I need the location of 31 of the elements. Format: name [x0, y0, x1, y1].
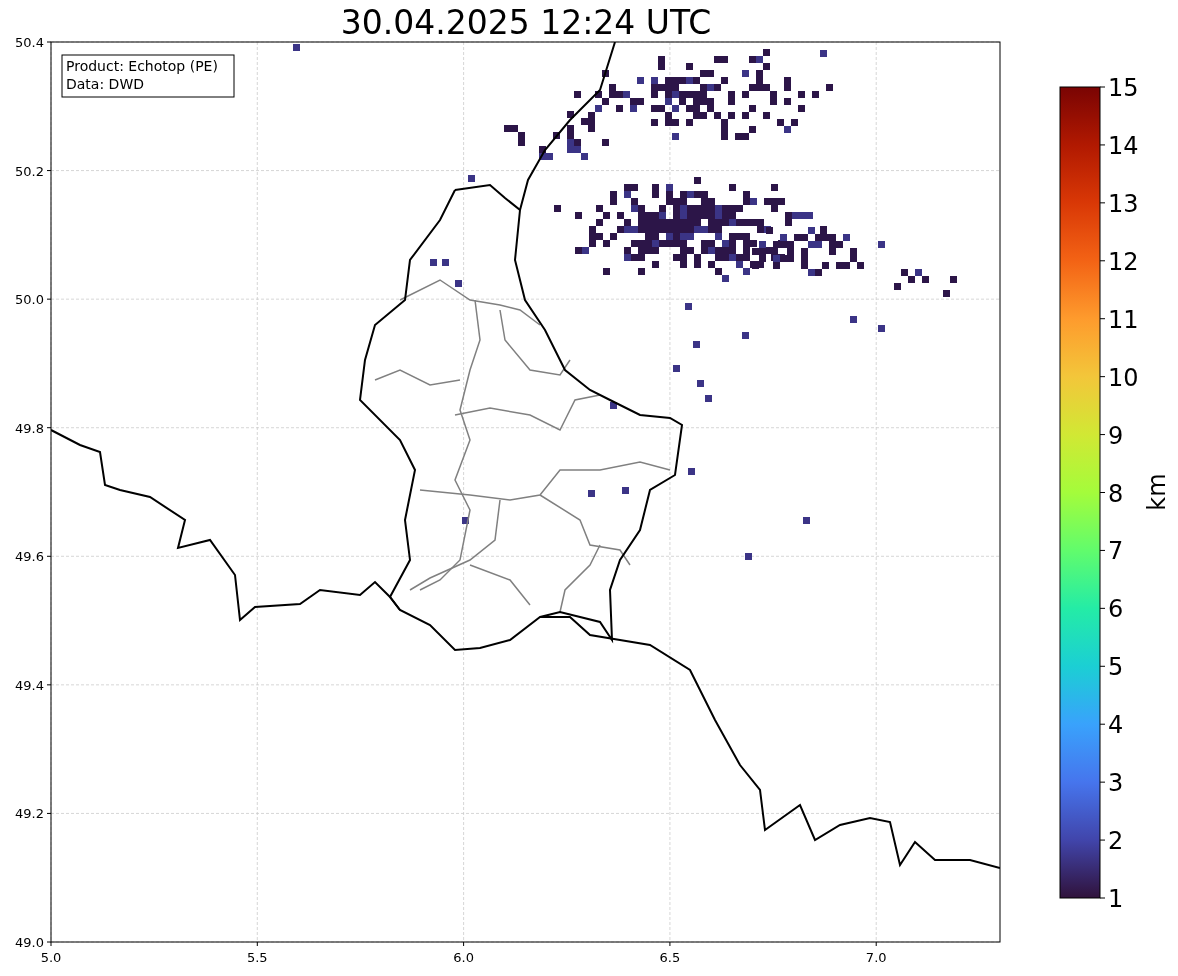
- colorbar-tick-label: 4: [1108, 711, 1124, 740]
- axis-tick-label: 49.0: [15, 935, 44, 950]
- colorbar-tick-label: 8: [1108, 479, 1124, 508]
- colorbar-tick-label: 12: [1108, 247, 1139, 276]
- colorbar-tick-label: 2: [1108, 827, 1124, 856]
- colorbar-tick-label: 1: [1108, 885, 1124, 913]
- colorbar-tick-label: 5: [1108, 653, 1124, 682]
- colorbar-tick-label: 6: [1108, 595, 1124, 624]
- colorbar-tick-label: 14: [1108, 131, 1139, 160]
- colorbar-tick-label: 11: [1108, 305, 1139, 334]
- colorbar-tick-label: 10: [1108, 363, 1139, 392]
- colorbar-label: km: [1143, 473, 1171, 511]
- colorbar-tick-label: 13: [1108, 189, 1139, 218]
- colorbar-tick-label: 3: [1108, 769, 1124, 798]
- axis-tick-label: 5.0: [40, 950, 62, 965]
- axis-tick-label: 49.6: [15, 549, 44, 565]
- axis-tick-label: 49.8: [15, 420, 44, 436]
- axis-tick-label: 7.0: [865, 950, 887, 965]
- axis-tick-label: 5.5: [246, 950, 268, 965]
- axis-tick-label: 50.4: [15, 35, 44, 50]
- axis-tick-label: 49.2: [15, 806, 44, 822]
- colorbar-tick-label: 15: [1108, 74, 1139, 102]
- legend-box: Product: Echotop (PE) Data: DWD: [61, 54, 235, 98]
- axis-tick-label: 50.0: [15, 292, 44, 308]
- axis-tick-label: 6.5: [659, 950, 681, 965]
- axis-tick-label: 49.4: [15, 677, 44, 693]
- axis-tick-label: 50.2: [15, 163, 44, 179]
- colorbar-tick-label: 7: [1108, 537, 1124, 566]
- colorbar-tick-label: 9: [1108, 421, 1124, 450]
- axis-tick-label: 6.0: [453, 950, 474, 965]
- chart-title: 30.04.2025 12:24 UTC: [340, 3, 712, 42]
